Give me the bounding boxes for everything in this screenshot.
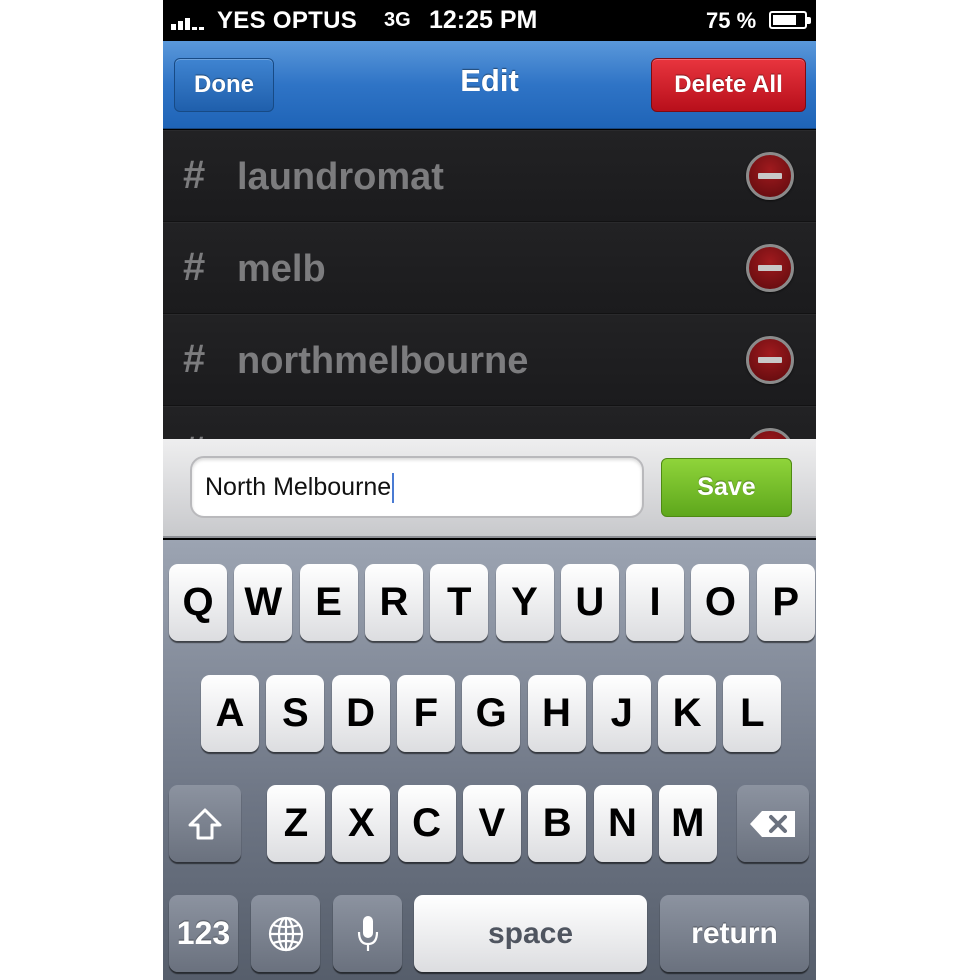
- key-k[interactable]: K: [658, 675, 717, 752]
- tag-list[interactable]: # laundromat # melb # northmelbourne #: [163, 130, 816, 439]
- globe-key[interactable]: [251, 895, 320, 972]
- key-s[interactable]: S: [266, 675, 325, 752]
- save-button[interactable]: Save: [661, 458, 792, 517]
- battery-percent: 75 %: [706, 8, 757, 33]
- key-p[interactable]: P: [756, 564, 815, 641]
- phone-screen: YES OPTUS 3G 12:25 PM 75 % Done Edit Del…: [163, 0, 816, 980]
- dictation-key[interactable]: [333, 895, 402, 972]
- key-y[interactable]: Y: [495, 564, 554, 641]
- remove-icon[interactable]: [746, 152, 794, 200]
- delete-all-button[interactable]: Delete All: [651, 58, 806, 112]
- status-time: 12:25 PM: [429, 6, 538, 34]
- key-t[interactable]: T: [430, 564, 489, 641]
- status-bar: YES OPTUS 3G 12:25 PM 75 %: [163, 0, 816, 41]
- key-a[interactable]: A: [201, 675, 259, 752]
- battery-icon: [769, 11, 811, 29]
- key-x[interactable]: X: [332, 785, 391, 862]
- key-n[interactable]: N: [593, 785, 652, 862]
- key-q[interactable]: Q: [169, 564, 227, 641]
- key-b[interactable]: B: [528, 785, 587, 862]
- hashtag-icon: #: [183, 429, 205, 439]
- keyboard: QWERTYUIOP ASDFGHJKL ZXCVBNM 123 space r…: [163, 540, 816, 980]
- microphone-icon: [357, 915, 378, 951]
- remove-icon[interactable]: [746, 428, 794, 439]
- key-l[interactable]: L: [723, 675, 782, 752]
- input-value: North Melbourne: [205, 473, 392, 501]
- tag-input-bar: North Melbourne Save: [163, 439, 816, 538]
- hashtag-icon: #: [183, 153, 206, 197]
- key-f[interactable]: F: [396, 675, 455, 752]
- signal-strength-icon: [171, 14, 217, 30]
- hashtag-icon: #: [183, 245, 206, 289]
- tag-name-input[interactable]: North Melbourne: [190, 456, 644, 518]
- key-r[interactable]: R: [364, 564, 423, 641]
- globe-icon: [268, 916, 303, 951]
- return-key[interactable]: return: [660, 895, 809, 972]
- carrier-name: YES OPTUS: [217, 7, 358, 34]
- list-item[interactable]: # northmelbourne: [163, 314, 816, 406]
- key-i[interactable]: I: [626, 564, 685, 641]
- tag-label: melb: [237, 248, 326, 290]
- space-key[interactable]: space: [414, 895, 647, 972]
- list-item[interactable]: # laundromat: [163, 130, 816, 222]
- shift-key[interactable]: [169, 785, 241, 862]
- remove-icon[interactable]: [746, 336, 794, 384]
- shift-arrow-icon: [188, 808, 222, 839]
- numbers-key[interactable]: 123: [169, 895, 238, 972]
- key-h[interactable]: H: [527, 675, 586, 752]
- list-item-partial[interactable]: #: [163, 406, 816, 439]
- backspace-key[interactable]: [737, 785, 809, 862]
- network-type: 3G: [384, 9, 411, 31]
- text-cursor: [392, 473, 395, 504]
- key-m[interactable]: M: [658, 785, 717, 862]
- remove-icon[interactable]: [746, 244, 794, 292]
- backspace-icon: [750, 810, 795, 837]
- tag-label: northmelbourne: [237, 340, 529, 382]
- key-w[interactable]: W: [234, 564, 293, 641]
- key-d[interactable]: D: [331, 675, 390, 752]
- key-o[interactable]: O: [691, 564, 750, 641]
- list-item[interactable]: # melb: [163, 222, 816, 314]
- key-z[interactable]: Z: [267, 785, 325, 862]
- tag-label: laundromat: [237, 156, 444, 198]
- navigation-bar: Done Edit Delete All: [163, 41, 816, 129]
- hashtag-icon: #: [183, 337, 206, 381]
- key-e[interactable]: E: [299, 564, 358, 641]
- key-g[interactable]: G: [462, 675, 521, 752]
- key-j[interactable]: J: [592, 675, 651, 752]
- key-u[interactable]: U: [560, 564, 619, 641]
- key-c[interactable]: C: [397, 785, 456, 862]
- key-v[interactable]: V: [462, 785, 521, 862]
